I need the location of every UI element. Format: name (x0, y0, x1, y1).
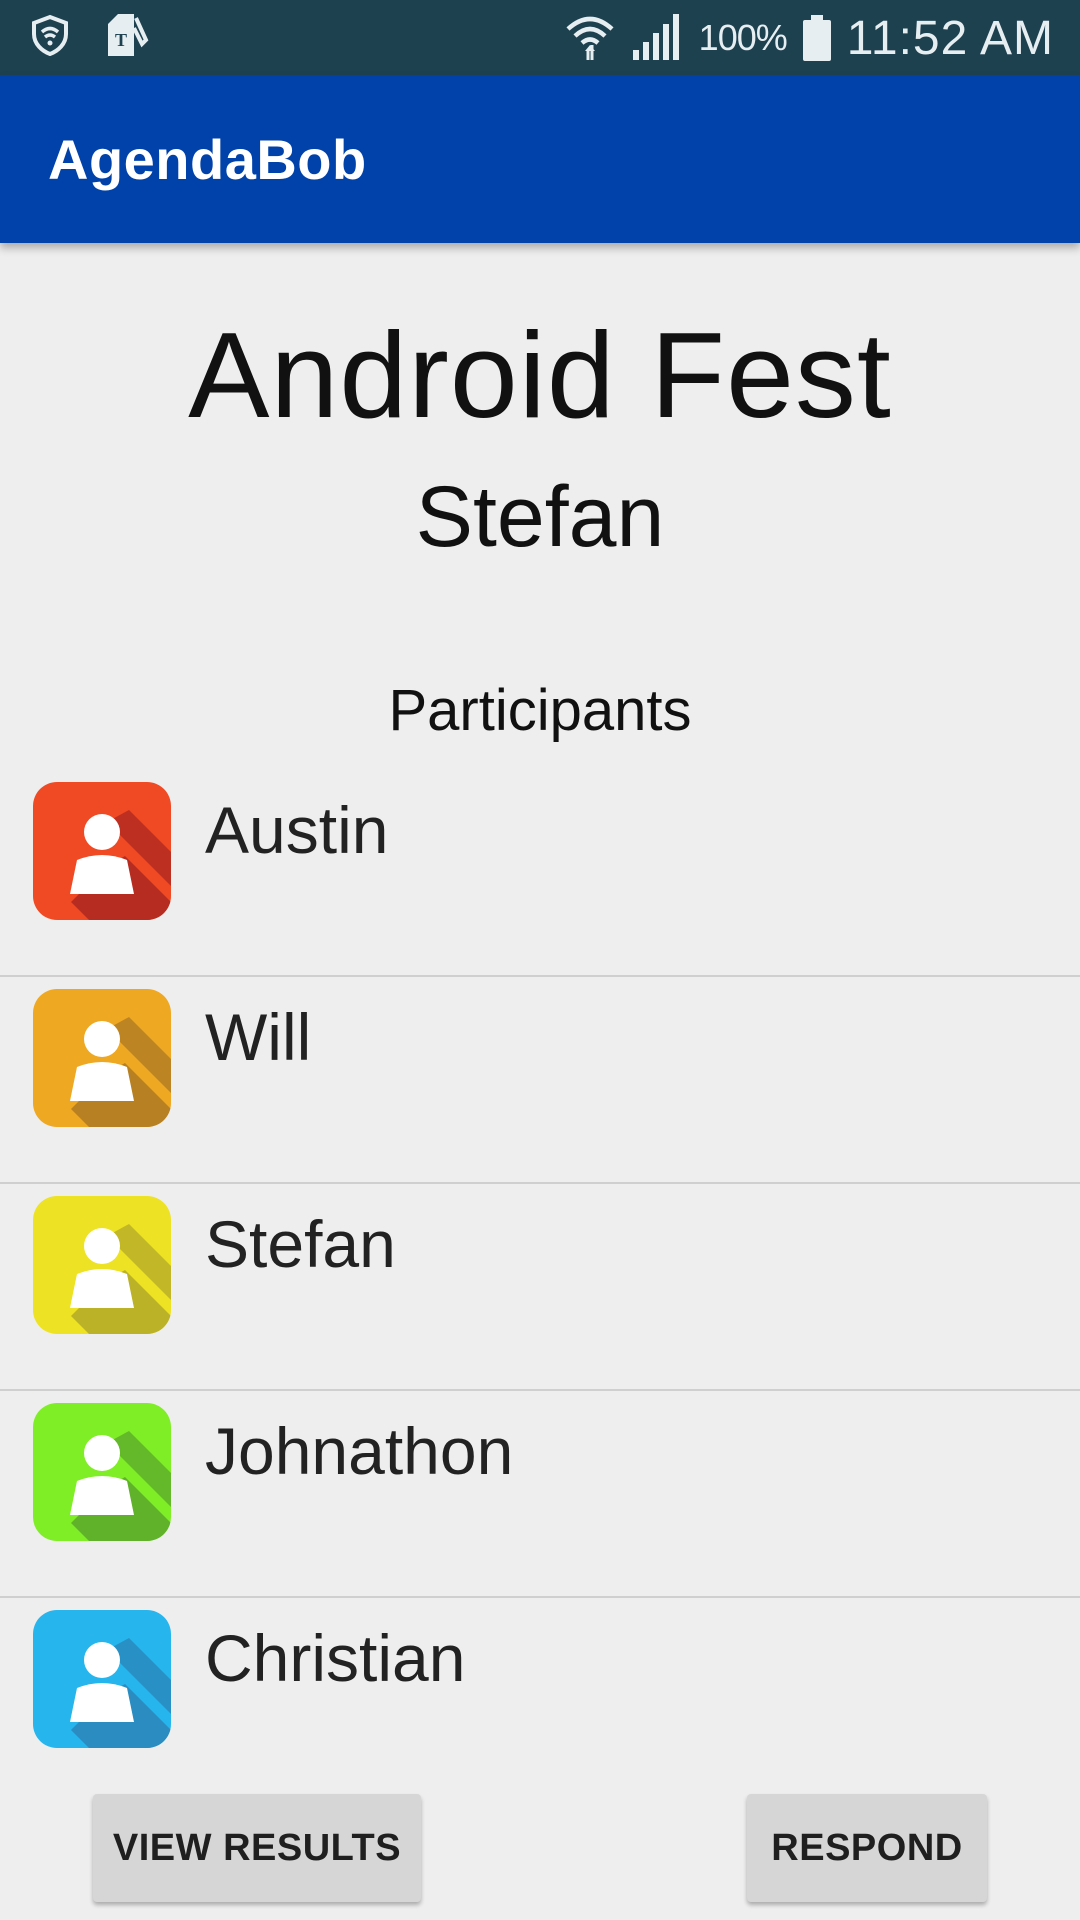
avatar (33, 782, 171, 920)
avatar (33, 1403, 171, 1541)
status-time: 11:52 AM (846, 11, 1054, 65)
participants-heading: Participants (388, 678, 692, 743)
status-bar: T 100% 11:52 AM (0, 0, 1080, 75)
signal-icon (631, 12, 683, 65)
person-icon (33, 989, 171, 1127)
person-icon (33, 1403, 171, 1541)
participant-name: Stefan (205, 1207, 396, 1281)
participant-list: Austin Will Stefan Johnathon Christian (0, 770, 1080, 1803)
event-title: Android Fest (188, 307, 892, 443)
wifi-icon (565, 11, 615, 66)
avatar (33, 989, 171, 1127)
participant-name: Austin (205, 793, 389, 867)
view-results-button[interactable]: VIEW RESULTS (93, 1794, 421, 1902)
sim-tool-icon: T (104, 10, 150, 65)
svg-text:T: T (115, 30, 127, 50)
avatar (33, 1610, 171, 1748)
avatar (33, 1196, 171, 1334)
battery-icon (802, 15, 831, 61)
status-bar-left: T (30, 12, 150, 62)
participant-name: Johnathon (205, 1414, 514, 1488)
respond-button[interactable]: RESPOND (747, 1794, 987, 1902)
list-item[interactable]: Johnathon (0, 1391, 1080, 1598)
person-icon (33, 1610, 171, 1748)
list-item[interactable]: Will (0, 977, 1080, 1184)
participant-name: Will (205, 1000, 312, 1074)
app-title: AgendaBob (48, 128, 367, 191)
participant-name: Christian (205, 1621, 466, 1695)
battery-percentage: 100% (698, 17, 788, 58)
list-item[interactable]: Austin (0, 770, 1080, 977)
person-icon (33, 782, 171, 920)
person-icon (33, 1196, 171, 1334)
list-item[interactable]: Stefan (0, 1184, 1080, 1391)
shield-icon (30, 14, 70, 61)
list-item[interactable]: Christian (0, 1598, 1080, 1803)
status-bar-right: 100% 11:52 AM (565, 8, 1054, 68)
app-bar: AgendaBob (0, 75, 1080, 243)
event-host: Stefan (415, 469, 665, 565)
